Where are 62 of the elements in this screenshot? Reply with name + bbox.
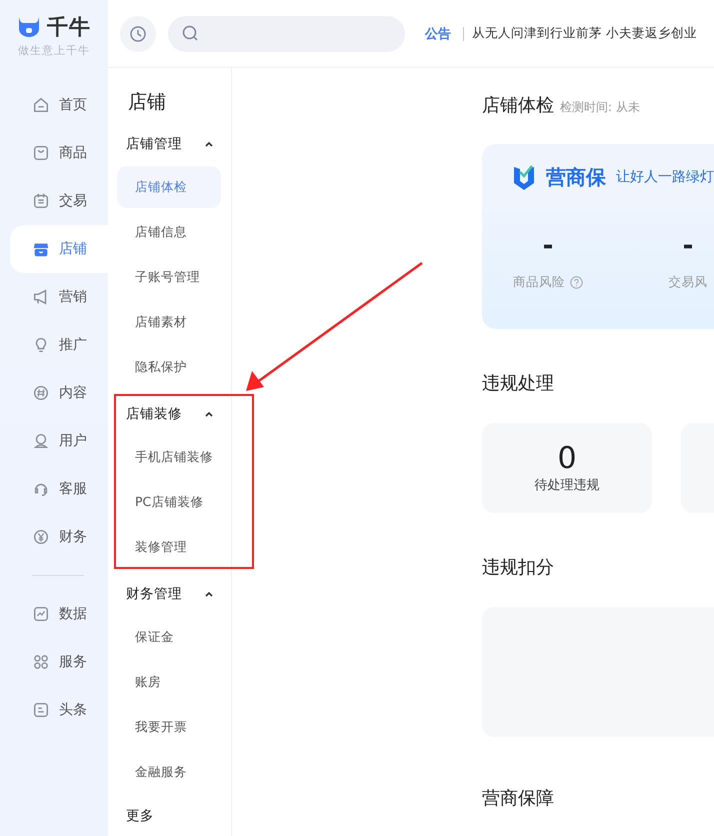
finance-icon	[32, 528, 50, 546]
content-icon	[32, 384, 50, 402]
user-icon	[32, 432, 50, 450]
stat-value: -	[542, 230, 554, 263]
nav-item[interactable]: 营销	[10, 273, 108, 321]
group-header[interactable]: 财务管理	[108, 571, 231, 616]
data-icon	[32, 605, 50, 623]
logo-slogan: 做生意上千牛	[18, 42, 90, 58]
section-title: 违规扣分	[482, 556, 555, 580]
menu-item[interactable]: 子账号管理	[117, 256, 221, 298]
group-header[interactable]: 店铺装修	[108, 391, 231, 436]
search-field[interactable]	[168, 16, 405, 52]
nav-item[interactable]: 客服	[10, 465, 108, 513]
violation-count: 0	[557, 442, 577, 476]
menu-item[interactable]: 店铺信息	[117, 211, 221, 253]
more-item[interactable]: 更多	[108, 796, 231, 836]
nav-item[interactable]: 推广	[10, 321, 108, 369]
menu-item[interactable]: 保证金	[117, 616, 221, 658]
history-button[interactable]	[120, 16, 156, 52]
nav-item[interactable]: 商品	[10, 129, 108, 177]
brand-tagline: 让好人一路绿灯	[616, 168, 714, 186]
section-title: 营商保障	[482, 787, 555, 811]
nav-item[interactable]: 头条	[10, 686, 108, 734]
menu-item[interactable]: 装修管理	[117, 526, 221, 568]
brand-name: 营商保	[546, 164, 606, 190]
nav-item[interactable]: 店铺	[10, 225, 108, 273]
check-time: 检测时间: 从未	[560, 100, 640, 114]
menu-item[interactable]: 金融服务	[117, 751, 221, 793]
search-icon	[182, 25, 199, 42]
violation-label: 待处理违规	[534, 477, 600, 494]
notice-link[interactable]: 从无人问津到行业前茅 小夫妻返乡创业	[472, 25, 697, 42]
goods-icon	[32, 144, 50, 162]
section-title: 店铺体检	[482, 95, 554, 116]
violation-card[interactable]: 0 待处理违规	[482, 423, 652, 513]
menu-item[interactable]: 手机店铺装修	[117, 436, 221, 478]
group-header[interactable]: 店铺管理	[108, 121, 231, 166]
stat-value: -	[682, 230, 694, 263]
news-icon	[32, 701, 50, 719]
notice-label: 公告	[425, 26, 451, 42]
nav-item[interactable]: 数据	[10, 590, 108, 638]
nav-item[interactable]: 用户	[10, 417, 108, 465]
logo-name: 千牛	[47, 14, 91, 40]
nav-item[interactable]: 交易	[10, 177, 108, 225]
menu-item[interactable]: 账房	[117, 661, 221, 703]
nav-item[interactable]: 内容	[10, 369, 108, 417]
nav-item[interactable]: 服务	[10, 638, 108, 686]
nav-item[interactable]: 财务	[10, 513, 108, 561]
clock-icon	[129, 24, 147, 42]
home-icon	[32, 96, 50, 114]
section-title: 店铺	[127, 90, 167, 115]
menu-item[interactable]: 我要开票	[117, 706, 221, 748]
menu-item[interactable]: 店铺素材	[117, 301, 221, 343]
apps-icon	[32, 653, 50, 671]
menu-item[interactable]: 隐私保护	[117, 346, 221, 388]
menu-item[interactable]: PC店铺装修	[117, 481, 221, 523]
section-title: 违规处理	[482, 372, 555, 396]
shield-check-icon	[512, 163, 536, 191]
nav-item[interactable]: 首页	[10, 81, 108, 129]
trade-icon	[32, 192, 50, 210]
stat-label: 商品风险	[513, 274, 565, 291]
help-icon[interactable]	[570, 276, 583, 289]
stat-label: 交易风	[668, 274, 708, 291]
